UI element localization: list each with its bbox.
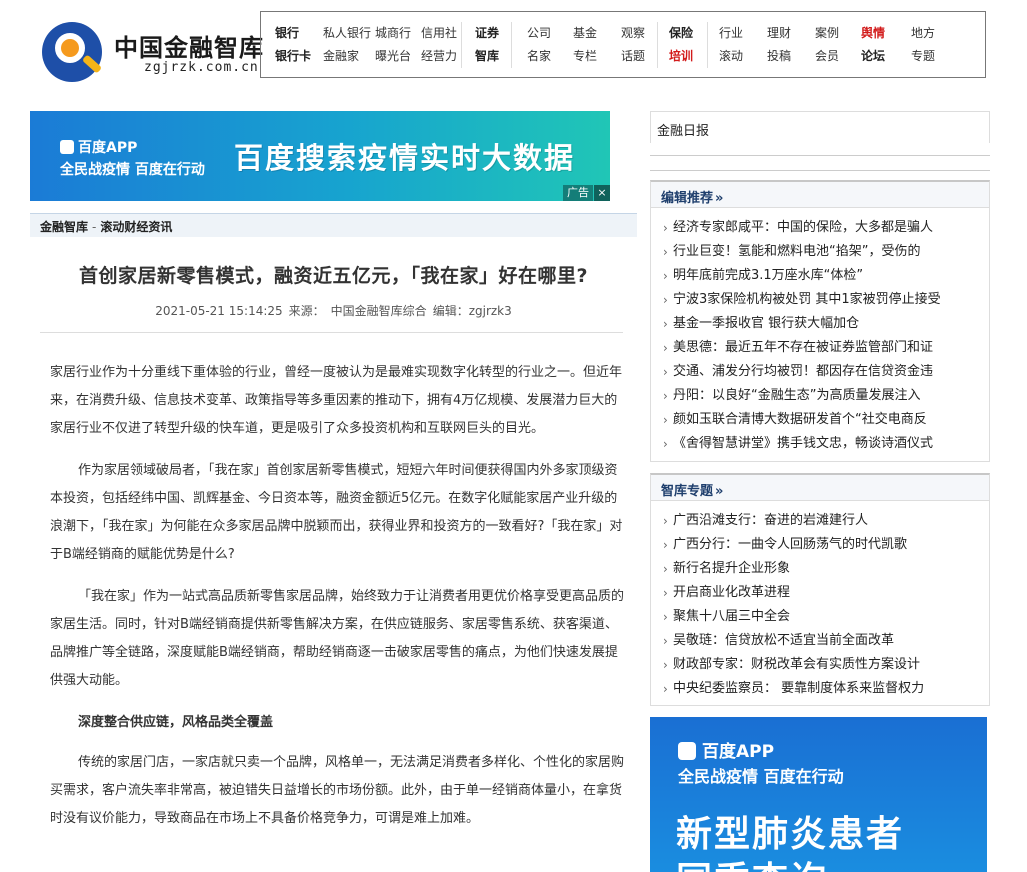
nav-link[interactable]: 基金: [573, 24, 597, 41]
double-chevron-icon: »: [715, 484, 724, 499]
nav-link[interactable]: 证券: [475, 24, 499, 41]
list-item[interactable]: 《舍得智慧讲堂》携手钱文忠，畅谈诗酒仪式: [663, 432, 977, 456]
nav-link[interactable]: 曝光台: [375, 47, 411, 64]
ad-headline: 百度搜索疫情实时大数据: [234, 141, 576, 175]
logo-title: 中国金融智库: [114, 34, 264, 62]
sidebar-divider: [650, 155, 990, 171]
list-item[interactable]: 广西沿滩支行：奋进的岩滩建行人: [663, 509, 977, 533]
baidu-paw-icon: [678, 742, 696, 760]
breadcrumb-section[interactable]: 滚动财经资讯: [100, 220, 172, 234]
article-editor: zgjrzk3: [468, 304, 512, 318]
topics-header: 智库专题»: [651, 475, 989, 501]
nav-link[interactable]: 行业: [719, 24, 743, 41]
breadcrumb-separator: -: [92, 220, 97, 234]
divider: [40, 332, 623, 333]
list-item[interactable]: 经济专家郎咸平：中国的保险，大多都是骗人: [663, 216, 977, 240]
ad-slogan: 全民战疫情 百度在行动: [678, 767, 844, 786]
nav-link[interactable]: 经营力: [421, 47, 457, 64]
list-item[interactable]: 中央纪委监察员： 要靠制度体系来监督权力: [663, 677, 977, 701]
nav-link[interactable]: 公司: [527, 24, 551, 41]
site-logo[interactable]: 中国金融智库 zgjrzk.com.cn: [40, 20, 263, 82]
list-item[interactable]: 美思德：最近五年不存在被证券监管部门和证: [663, 336, 977, 360]
nav-link[interactable]: 智库: [475, 47, 499, 64]
article-paragraph: 「我在家」作为一站式高品质新零售家居品牌，始终致力于让消费者用更优价格享受更高品…: [50, 589, 625, 688]
list-item[interactable]: 交通、浦发分行均被罚！都因存在信贷资金违: [663, 360, 977, 384]
nav-link[interactable]: 银行: [275, 24, 299, 41]
list-item[interactable]: 广西分行：一曲令人回肠荡气的时代凯歌: [663, 533, 977, 557]
nav-link[interactable]: 案例: [815, 24, 839, 41]
nav-link[interactable]: 理财: [767, 24, 791, 41]
topics-panel: 智库专题» 广西沿滩支行：奋进的岩滩建行人广西分行：一曲令人回肠荡气的时代凯歌新…: [650, 473, 990, 706]
list-item[interactable]: 宁波3家保险机构被处罚 其中1家被罚停止接受: [663, 288, 977, 312]
ad-headline: 新型肺炎患者: [676, 814, 905, 855]
nav-link[interactable]: 银行卡: [275, 47, 311, 64]
nav-link[interactable]: 投稿: [767, 47, 791, 64]
nav-link[interactable]: 私人银行: [323, 24, 371, 41]
nav-link[interactable]: 话题: [621, 47, 645, 64]
top-navigation: 银行银行卡 私人银行金融家 城商行曝光台 信用社经营力 证券智库 公司名家 基金专栏 观察话题…: [260, 11, 986, 78]
article-meta: 2021-05-21 15:14:25 来源： 中国金融智库综合 编辑：zgjrzk3: [30, 302, 637, 319]
list-item[interactable]: 聚焦十八届三中全会: [663, 605, 977, 629]
editor-pick-header: 编辑推荐»: [651, 182, 989, 208]
nav-divider: [657, 22, 658, 68]
list-item[interactable]: 颜如玉联合清博大数据研发首个“社交电商反: [663, 408, 977, 432]
nav-link[interactable]: 专栏: [573, 47, 597, 64]
article-body: 家居行业作为十分重线下重体验的行业，曾经一度被认为是最难实现数字化转型的行业之一…: [50, 359, 626, 847]
list-item[interactable]: 吴敬琏：信贷放松不适宜当前全面改革: [663, 629, 977, 653]
nav-link[interactable]: 培训: [669, 47, 693, 64]
broken-image-placeholder[interactable]: 金融日报: [650, 111, 990, 143]
list-item[interactable]: 新行名提升企业形象: [663, 557, 977, 581]
banner-ad-top[interactable]: 百度APP 全民战疫情 百度在行动 百度搜索疫情实时大数据 广告 ×: [30, 111, 610, 201]
nav-link[interactable]: 会员: [815, 47, 839, 64]
article-title: 首创家居新零售模式，融资近五亿元，「我在家」好在哪里?: [78, 265, 589, 287]
editor-pick-list: 经济专家郎咸平：中国的保险，大多都是骗人行业巨变！氢能和燃料电池“掐架”，受伤的…: [651, 208, 989, 456]
breadcrumb: 金融智库 - 滚动财经资讯: [30, 213, 637, 237]
article-source: 中国金融智库综合: [330, 304, 427, 318]
nav-link[interactable]: 信用社: [421, 24, 457, 41]
banner-ad-side[interactable]: 百度APP 全民战疫情 百度在行动 新型肺炎患者 同乘查询: [650, 717, 987, 872]
nav-divider: [707, 22, 708, 68]
article-paragraph: 作为家居领域破局者，「我在家」首创家居新零售模式，短短六年时间便获得国内外多家顶…: [50, 463, 623, 562]
list-item[interactable]: 开启商业化改革进程: [663, 581, 977, 605]
topics-list: 广西沿滩支行：奋进的岩滩建行人广西分行：一曲令人回肠荡气的时代凯歌新行名提升企业…: [651, 501, 989, 701]
article-subheading: 深度整合供应链，风格品类全覆盖: [78, 715, 274, 730]
list-item[interactable]: 明年底前完成3.1万座水库“体检”: [663, 264, 977, 288]
ad-app-name: 百度APP: [678, 737, 774, 762]
logo-magnifier-icon: [42, 22, 103, 82]
nav-link[interactable]: 名家: [527, 47, 551, 64]
list-item[interactable]: 基金一季报收官 银行获大幅加仓: [663, 312, 977, 336]
ad-app-name: 百度APP: [60, 137, 137, 157]
article-datetime: 2021-05-21 15:14:25: [155, 304, 283, 318]
list-item[interactable]: 财政部专家：财税改革会有实质性方案设计: [663, 653, 977, 677]
article-paragraph: 传统的家居门店，一家店就只卖一个品牌，风格单一，无法满足消费者多样化、个性化的家…: [50, 755, 625, 826]
double-chevron-icon: »: [715, 191, 724, 206]
breadcrumb-home[interactable]: 金融智库: [40, 220, 88, 234]
ad-label: 广告: [563, 185, 593, 201]
image-alt-text: 金融日报: [657, 124, 710, 139]
editor-label: 编辑：: [432, 304, 469, 318]
nav-link[interactable]: 滚动: [719, 47, 743, 64]
article-paragraph: 家居行业作为十分重线下重体验的行业，曾经一度被认为是最难实现数字化转型的行业之一…: [50, 365, 623, 436]
list-item[interactable]: 行业巨变！氢能和燃料电池“掐架”，受伤的: [663, 240, 977, 264]
list-item[interactable]: 丹阳：以良好“金融生态”为高质量发展注入: [663, 384, 977, 408]
source-label: 来源：: [288, 304, 325, 318]
nav-link[interactable]: 论坛: [861, 47, 885, 64]
nav-link[interactable]: 金融家: [323, 47, 359, 64]
nav-link[interactable]: 观察: [621, 24, 645, 41]
ad-slogan: 全民战疫情 百度在行动: [60, 162, 205, 178]
nav-divider: [461, 22, 462, 68]
nav-link[interactable]: 专题: [911, 47, 935, 64]
logo-url: zgjrzk.com.cn: [144, 60, 259, 75]
nav-link[interactable]: 地方: [911, 24, 935, 41]
nav-link[interactable]: 城商行: [375, 24, 411, 41]
ad-headline-2: 同乘查询: [676, 851, 828, 872]
ad-close-icon[interactable]: ×: [594, 185, 610, 201]
baidu-paw-icon: [60, 140, 74, 154]
nav-link[interactable]: 保险: [669, 24, 693, 41]
editor-pick-panel: 编辑推荐» 经济专家郎咸平：中国的保险，大多都是骗人行业巨变！氢能和燃料电池“掐…: [650, 180, 990, 462]
nav-link[interactable]: 舆情: [861, 24, 885, 41]
nav-divider: [511, 22, 512, 68]
